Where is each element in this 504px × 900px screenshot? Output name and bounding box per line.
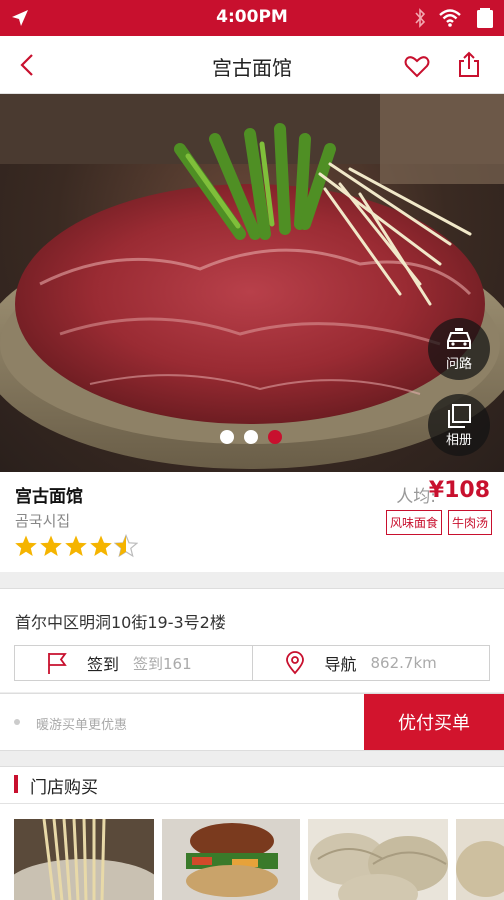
address-text: 首尔中区明洞10街19-3号2楼 — [15, 613, 226, 632]
burger-photo — [162, 819, 300, 900]
restaurant-subtitle: 곰국시집 — [15, 512, 71, 530]
navigate-label: 导航 — [324, 655, 357, 674]
section-accent-bar — [14, 775, 18, 793]
nav-bar: 宫古面馆 — [0, 36, 504, 94]
carousel-dot[interactable] — [220, 430, 234, 444]
album-label: 相册 — [445, 433, 472, 448]
navigate-button[interactable]: 导航 862.7km — [251, 646, 490, 680]
product-thumbnail[interactable] — [162, 819, 300, 900]
category-tags: 风味面食 牛肉汤 — [385, 510, 492, 535]
status-bar: 4:00PM — [0, 0, 504, 36]
star-half-icon — [114, 534, 138, 558]
flag-icon — [48, 653, 67, 674]
section-heading: 门店购买 — [30, 778, 98, 798]
store-purchase-section: 门店购买 — [0, 766, 504, 900]
map-pin-icon — [285, 651, 304, 675]
route-label: 问路 — [445, 357, 472, 372]
rating-stars — [14, 534, 138, 558]
carousel-dots — [220, 430, 282, 444]
product-thumbnail[interactable] — [456, 819, 504, 900]
price-value: ¥108 — [428, 478, 490, 503]
product-thumbnail[interactable] — [14, 819, 154, 900]
category-tag[interactable]: 牛肉汤 — [447, 510, 492, 535]
route-button[interactable]: 问路 — [428, 318, 490, 380]
distance-value: 862.7km — [370, 654, 437, 672]
promo-bullet — [14, 719, 20, 725]
restaurant-name: 宫古面馆 — [15, 487, 83, 507]
pay-bill-button[interactable]: 优付买单 — [364, 694, 504, 750]
noodle-photo — [14, 819, 154, 900]
product-thumbnail[interactable] — [308, 819, 448, 900]
album-icon — [448, 404, 471, 428]
star-icon — [65, 535, 87, 556]
bluetooth-icon — [415, 8, 426, 28]
taxi-icon — [447, 328, 471, 349]
star-icon — [15, 535, 37, 556]
promo-bar: 暖游买单更优惠 优付买单 — [0, 693, 504, 751]
carousel-dot-active[interactable] — [268, 430, 282, 444]
restaurant-info: 宫古面馆 곰국시집 人均: ¥108 风味面食 牛肉汤 — [0, 472, 504, 572]
carousel-dot[interactable] — [244, 430, 258, 444]
promo-text: 暖游买单更优惠 — [36, 718, 128, 733]
battery-icon — [477, 8, 493, 28]
address-section: 首尔中区明洞10街19-3号2楼 签到 签到161 导航 862.7km — [0, 588, 504, 692]
share-icon[interactable] — [454, 50, 484, 80]
checkin-count: 签到161 — [133, 654, 192, 673]
hero-photo-carousel[interactable]: 问路 相册 — [0, 94, 504, 472]
album-button[interactable]: 相册 — [428, 394, 490, 456]
checkin-button[interactable]: 签到 签到161 — [15, 646, 252, 680]
heart-icon[interactable] — [402, 51, 432, 81]
checkin-label: 签到 — [87, 655, 120, 674]
star-icon — [40, 535, 62, 556]
wifi-icon — [439, 9, 461, 27]
action-row: 签到 签到161 导航 862.7km — [14, 645, 490, 681]
divider — [0, 803, 504, 804]
dumpling-photo — [456, 819, 504, 900]
category-tag[interactable]: 风味面食 — [385, 510, 442, 535]
star-icon — [90, 535, 112, 556]
dumpling-photo — [308, 819, 448, 900]
